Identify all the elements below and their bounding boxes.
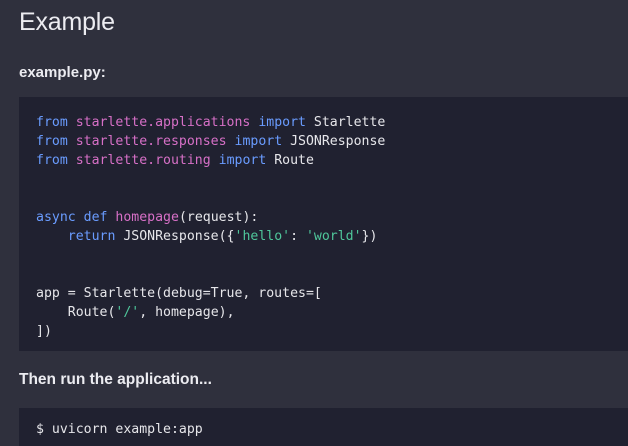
docs-page: Example example.py: from starlette.appli… [0,0,628,446]
code-token: from [36,115,76,130]
code-token: Route( [36,305,116,320]
code-token: import [250,115,314,130]
code-token: from [36,134,76,149]
code-token: homepage [115,210,179,225]
code-line: from starlette.responses import JSONResp… [36,132,628,151]
code-token: import [210,153,275,168]
code-token: '/' [115,305,140,320]
code-block-shell[interactable]: $ uvicorn example:app [19,408,628,446]
code-token: import [226,134,291,149]
code-line: return JSONResponse({'hello': 'world'}) [36,227,628,246]
code-token: }) [361,229,378,244]
file-name-label: example.py: [19,64,106,81]
code-line: Route('/', homepage), [36,303,628,322]
code-line: from starlette.routing import Route [36,151,628,170]
code-block-example[interactable]: from starlette.applications import Starl… [19,97,628,351]
code-listing[interactable]: from starlette.applications import Starl… [36,113,628,341]
code-token: ]) [36,324,52,339]
code-token: starlette.routing [75,153,211,168]
code-token: JSONResponse({ [123,229,235,244]
section-heading: Example [19,8,115,36]
code-token: async def [36,210,116,225]
code-line: from starlette.applications import Starl… [36,113,628,132]
code-line: ]) [36,322,628,341]
code-token: : [290,229,306,244]
shell-command[interactable]: $ uvicorn example:app [36,420,628,439]
code-token: from [36,153,76,168]
code-token: starlette.applications [75,115,251,130]
code-line: app = Starlette(debug=True, routes=[ [36,284,628,303]
code-token: app = Starlette(debug=True, routes=[ [36,286,322,301]
code-token: 'hello' [234,229,291,244]
code-line: async def homepage(request): [36,208,628,227]
run-instruction-text: Then run the application... [19,371,212,388]
code-token: 'world' [305,229,362,244]
code-token: JSONResponse [290,134,386,149]
code-token: (request): [178,210,259,225]
code-token: Route [274,153,314,168]
code-token: Starlette [313,115,386,130]
code-token: , homepage), [139,305,235,320]
code-token: return [36,229,124,244]
code-token: starlette.responses [75,134,227,149]
